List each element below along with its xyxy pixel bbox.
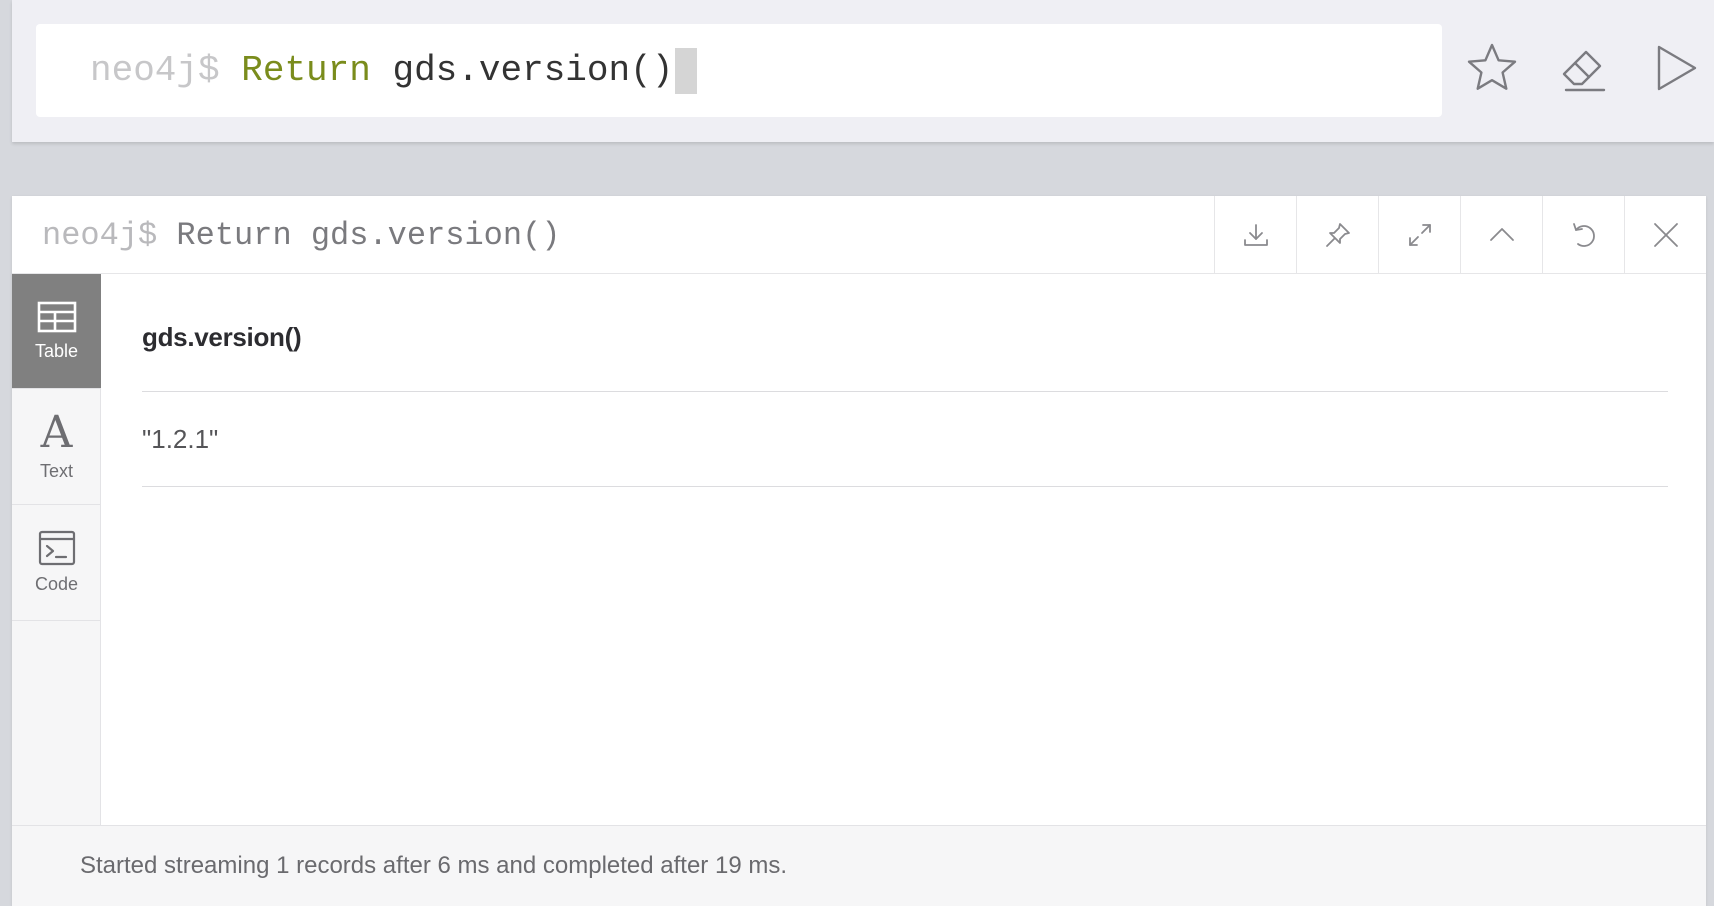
code-icon <box>38 530 76 566</box>
table-cell: "1.2.1" <box>142 423 219 454</box>
status-text: Started streaming 1 records after 6 ms a… <box>80 852 787 879</box>
favorite-button[interactable] <box>1464 40 1520 96</box>
chevron-up-icon <box>1489 228 1514 241</box>
table-row[interactable]: "1.2.1" <box>142 392 1668 487</box>
expand-icon <box>1408 224 1431 246</box>
frame-actions <box>1214 196 1706 274</box>
tab-table[interactable]: Table <box>12 274 101 389</box>
tab-text-label: Text <box>39 461 73 481</box>
frame-title[interactable]: neo4j$ Return gds.version() <box>42 196 560 274</box>
text-cursor <box>675 47 698 94</box>
result-frame: neo4j$ Return gds.version() Table A Text… <box>12 196 1706 906</box>
collapse-button[interactable] <box>1460 196 1542 274</box>
run-query-button[interactable] <box>1648 40 1704 96</box>
tab-table-label: Table <box>34 340 79 361</box>
download-icon <box>1243 224 1268 246</box>
close-frame-button[interactable] <box>1624 196 1706 274</box>
close-icon <box>1653 223 1678 247</box>
editor-query-text: gds.version() <box>370 50 674 91</box>
clear-editor-button[interactable] <box>1556 40 1612 96</box>
query-editor[interactable]: neo4j$ Return gds.version() <box>36 24 1442 117</box>
tab-code[interactable]: Code <box>12 505 101 621</box>
view-sidebar: Table A Text Code <box>12 274 101 825</box>
star-icon <box>1467 43 1517 90</box>
pin-button[interactable] <box>1296 196 1378 274</box>
frame-title-prompt: neo4j$ <box>42 216 177 254</box>
download-button[interactable] <box>1214 196 1296 274</box>
tab-text[interactable]: A Text <box>12 389 101 505</box>
play-icon <box>1657 45 1697 91</box>
frame-header: neo4j$ Return gds.version() <box>12 196 1706 274</box>
table-icon <box>37 301 77 333</box>
refresh-icon <box>1572 223 1595 247</box>
frame-title-query: Return gds.version() <box>176 216 561 254</box>
pin-icon <box>1325 223 1350 247</box>
rerun-button[interactable] <box>1542 196 1624 274</box>
text-icon: A <box>40 407 73 458</box>
frame-status-bar: Started streaming 1 records after 6 ms a… <box>12 825 1706 906</box>
editor-keyword: Return <box>241 50 371 91</box>
editor-bar: neo4j$ Return gds.version() <box>12 0 1714 142</box>
eraser-icon <box>1562 50 1606 92</box>
table-header-cell: gds.version() <box>142 274 1668 392</box>
fullscreen-button[interactable] <box>1378 196 1460 274</box>
editor-prompt: neo4j$ <box>90 50 242 91</box>
result-table: gds.version() "1.2.1" <box>142 274 1668 487</box>
editor-actions <box>1464 40 1704 96</box>
tab-code-label: Code <box>34 574 79 594</box>
